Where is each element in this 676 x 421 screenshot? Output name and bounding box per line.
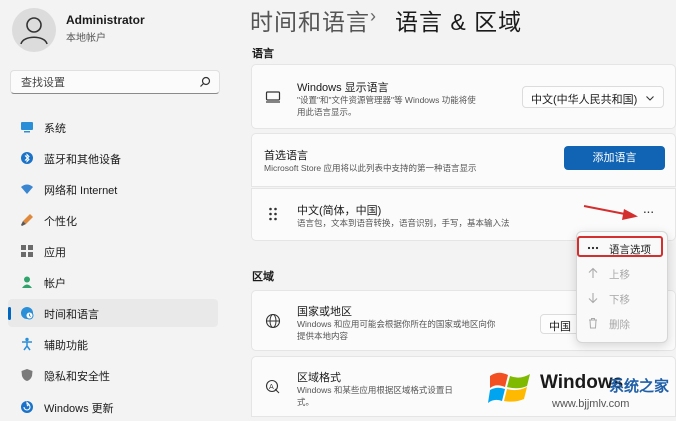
apps-icon xyxy=(21,245,33,257)
language-item-title: 中文(简体，中国) xyxy=(297,205,382,217)
breadcrumb-parent[interactable]: 时间和语言 xyxy=(250,3,370,37)
country-region-desc-2: 提供本地内容 xyxy=(297,331,349,341)
globe-clock-icon xyxy=(21,307,34,320)
search-input[interactable] xyxy=(19,73,193,93)
sidebar-item-label: 辅助功能 xyxy=(44,340,88,352)
search-icon[interactable] xyxy=(199,76,211,88)
sidebar-item-network[interactable]: 网络和 Internet xyxy=(8,175,218,203)
annotation-arrow xyxy=(583,205,638,220)
user-icon xyxy=(20,17,48,45)
svg-text:A: A xyxy=(269,383,274,391)
preferred-languages-card: 首选语言 Microsoft Store 应用将以此列表中支持的第一种语言显示 … xyxy=(251,133,676,187)
menu-item-move-down[interactable]: 下移 xyxy=(583,288,661,308)
monitor-icon xyxy=(21,122,33,133)
breadcrumb-separator: › xyxy=(370,6,376,26)
display-language-desc-2: 用此语言显示。 xyxy=(297,107,357,117)
user-name: Administrator xyxy=(66,13,145,27)
page-title: 语言 & 区域 xyxy=(395,9,523,35)
arrow-up-icon xyxy=(588,267,598,278)
sidebar-item-label: 帐户 xyxy=(44,278,66,290)
sidebar-item-privacy[interactable]: 隐私和安全性 xyxy=(8,361,218,389)
sidebar-item-label: 应用 xyxy=(44,247,66,259)
display-language-card: Windows 显示语言 "设置"和"文件资源管理器"等 Windows 功能将… xyxy=(251,64,676,129)
sidebar-item-label: 个性化 xyxy=(44,216,77,228)
menu-item-remove[interactable]: 删除 xyxy=(583,313,661,333)
accessibility-icon xyxy=(22,337,32,351)
regional-format-desc-2: 式。 xyxy=(297,397,315,407)
sidebar-item-personalization[interactable]: 个性化 xyxy=(8,206,218,234)
country-region-title: 国家或地区 xyxy=(297,306,352,318)
sidebar-item-bluetooth[interactable]: 蓝牙和其他设备 xyxy=(8,144,218,172)
sidebar-item-label: 时间和语言 xyxy=(44,309,99,321)
sidebar-item-label: 系统 xyxy=(44,123,66,135)
chevron-down-icon xyxy=(646,96,654,101)
sidebar-item-accessibility[interactable]: 辅助功能 xyxy=(8,330,218,358)
wifi-icon xyxy=(21,184,33,194)
preferred-languages-title: 首选语言 xyxy=(264,150,308,162)
watermark-url: www.bjjmlv.com xyxy=(552,398,630,410)
display-language-desc: "设置"和"文件资源管理器"等 Windows 功能将使 xyxy=(297,95,476,105)
user-avatar[interactable] xyxy=(12,8,56,52)
user-account-type: 本地帐户 xyxy=(66,33,106,44)
annotation-highlight-box xyxy=(577,236,663,257)
country-region-dropdown[interactable]: 中国 xyxy=(540,314,580,334)
watermark: Windows 系统之家 www.bjjmlv.com xyxy=(486,366,676,417)
globe-icon xyxy=(265,313,281,329)
drag-handle-icon[interactable] xyxy=(268,206,278,222)
sidebar-item-system[interactable]: 系统 xyxy=(8,113,218,141)
sidebar-item-time-language[interactable]: 时间和语言 xyxy=(8,299,218,327)
person-icon xyxy=(22,276,32,288)
dropdown-value: 中文(中华人民共和国) xyxy=(531,94,638,106)
watermark-site-name: 系统之家 xyxy=(609,378,670,395)
regional-format-title: 区域格式 xyxy=(297,372,341,384)
preferred-languages-desc: Microsoft Store 应用将以此列表中支持的第一种语言显示 xyxy=(264,163,477,173)
menu-item-label: 上移 xyxy=(609,269,630,281)
display-language-title: Windows 显示语言 xyxy=(297,82,389,94)
arrow-down-icon xyxy=(588,293,598,304)
sidebar-item-label: 蓝牙和其他设备 xyxy=(44,154,121,166)
section-heading-region: 区域 xyxy=(252,271,274,283)
windows-logo-icon xyxy=(488,372,530,403)
menu-item-label: 删除 xyxy=(609,319,630,331)
trash-icon xyxy=(589,318,597,329)
country-region-desc: Windows 和应用可能会根据你所在的国家或地区向你 xyxy=(297,319,496,329)
sidebar-item-apps[interactable]: 应用 xyxy=(8,237,218,265)
active-indicator xyxy=(8,307,11,320)
update-icon xyxy=(21,401,33,413)
sidebar: Administrator 本地帐户 系统 蓝牙和其他设备 网络和 Intern… xyxy=(0,0,232,417)
regional-format-desc: Windows 和某些应用根据区域格式设置日 xyxy=(297,385,453,395)
section-heading-language: 语言 xyxy=(252,48,274,60)
menu-item-label: 下移 xyxy=(609,294,630,306)
settings-search[interactable] xyxy=(10,70,220,94)
sidebar-item-accounts[interactable]: 帐户 xyxy=(8,268,218,296)
sidebar-item-label: Windows 更新 xyxy=(44,403,114,415)
sidebar-item-label: 网络和 Internet xyxy=(44,185,118,197)
add-language-button[interactable]: 添加语言 xyxy=(564,146,665,170)
shield-icon xyxy=(21,369,33,381)
sidebar-item-label: 隐私和安全性 xyxy=(44,371,110,383)
language-item-desc: 语言包，文本到语音转换，语音识别，手写，基本输入法 xyxy=(297,218,510,228)
region-format-icon: A xyxy=(265,379,280,394)
display-icon xyxy=(265,91,281,103)
display-language-dropdown[interactable]: 中文(中华人民共和国) xyxy=(522,86,664,108)
bluetooth-icon xyxy=(21,152,33,164)
brush-icon xyxy=(21,214,33,226)
menu-item-move-up[interactable]: 上移 xyxy=(583,263,661,283)
